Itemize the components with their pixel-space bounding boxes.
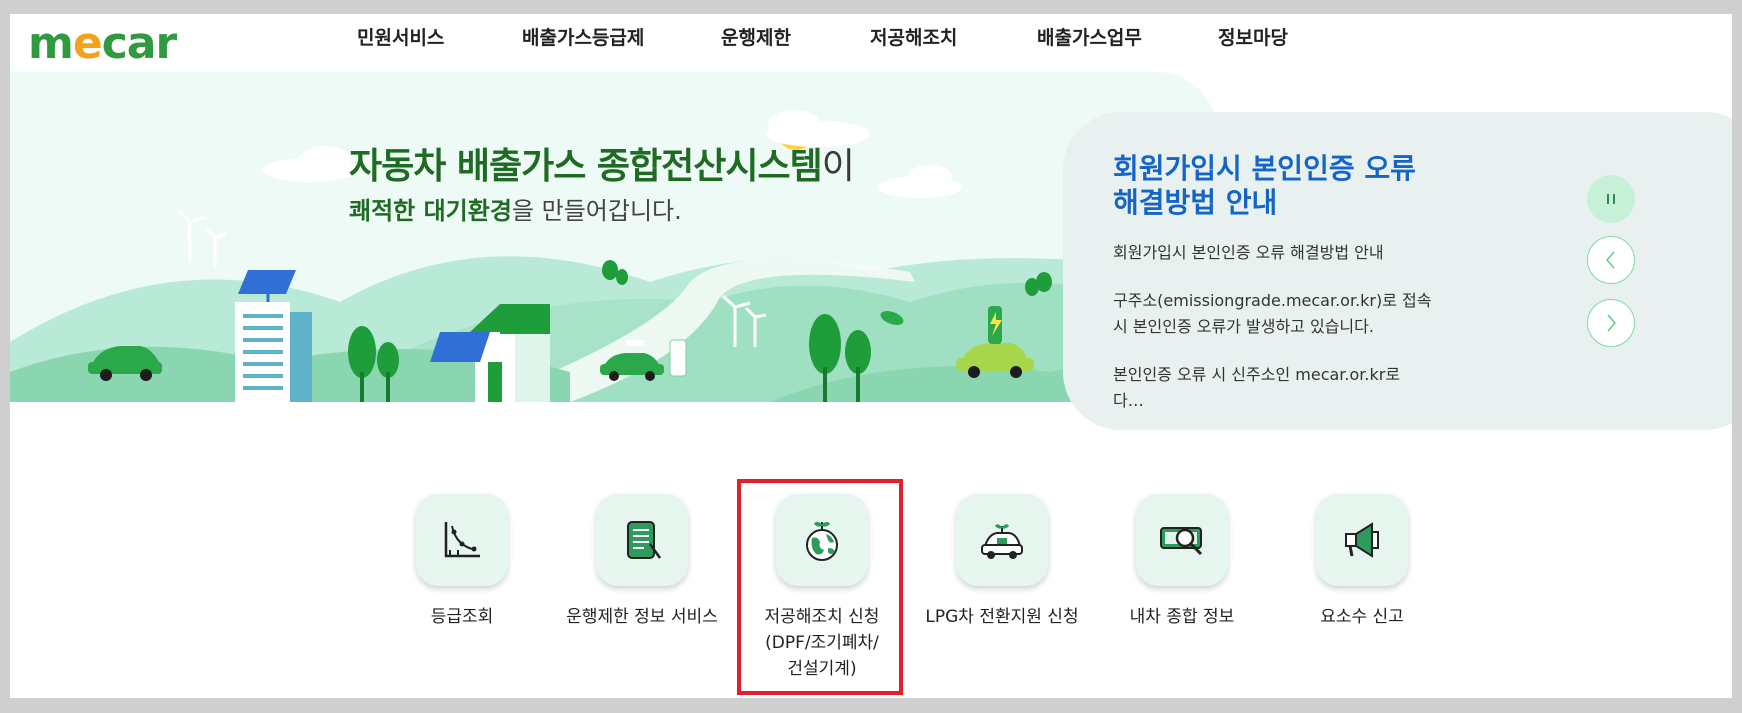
service-label: 요소수 신고: [1320, 607, 1404, 627]
tablet-info-icon: [596, 494, 688, 586]
solar-panel-small-icon: [430, 332, 490, 362]
service-label: 내차 종합 정보: [1129, 607, 1235, 627]
hero-title-rest: 이: [821, 146, 855, 187]
notice-line: 구주소(emissiongrade.mecar.or.kr)로 접속시 본인인증…: [1113, 291, 1432, 336]
hero-illustration: [10, 110, 1217, 402]
service-label: 등급조회: [430, 607, 494, 627]
chevron-right-icon: [1607, 314, 1616, 332]
nav-info-center[interactable]: 정보마당: [1218, 18, 1288, 58]
service-operation-restriction-info[interactable]: 운행제한 정보 서비스: [557, 494, 727, 630]
service-urea-report[interactable]: 요소수 신고: [1277, 494, 1447, 630]
hero-subtitle: 쾌적한 대기환경을 만들어갑니다.: [349, 191, 682, 226]
eco-car-icon: [956, 494, 1048, 586]
hero-title-strong: 자동차 배출가스 종합전산시스템: [349, 146, 823, 187]
notice-title[interactable]: 회원가입시 본인인증 오류 해결방법 안내: [1113, 152, 1433, 220]
nav-operation-restriction[interactable]: 운행제한: [721, 18, 791, 58]
service-my-car-info[interactable]: 내차 종합 정보: [1097, 494, 1267, 630]
notice-line: 본인인증 오류 시 신주소인 mecar.or.kr로 다…: [1113, 365, 1401, 410]
megaphone-icon: [1316, 494, 1408, 586]
pause-button[interactable]: [1587, 175, 1635, 223]
service-grade-lookup[interactable]: 등급조회: [377, 494, 547, 630]
highlight-box: [737, 479, 903, 695]
hero-subtitle-rest: 을 만들어갑니다.: [511, 197, 682, 225]
nav-emission-grade[interactable]: 배출가스등급제: [522, 18, 644, 58]
nav-emission-work[interactable]: 배출가스업무: [1037, 18, 1142, 58]
page: mecar 민원서비스 배출가스등급제 운행제한 저공해조치 배출가스업무 정보…: [10, 14, 1732, 698]
chevron-left-icon: [1606, 251, 1615, 269]
solar-panel-icon: [238, 270, 296, 294]
car-search-icon: [1136, 494, 1228, 586]
service-lpg-conversion-application[interactable]: LPG차 전환지원 신청: [917, 494, 1087, 630]
notice-line: 회원가입시 본인인증 오류 해결방법 안내: [1113, 243, 1384, 262]
hero-title: 자동차 배출가스 종합전산시스템이: [349, 137, 855, 189]
notice-body[interactable]: 회원가입시 본인인증 오류 해결방법 안내 구주소(emissiongrade.…: [1113, 240, 1433, 436]
nav-low-emission[interactable]: 저공해조치: [870, 18, 957, 58]
hero-subtitle-strong: 쾌적한 대기환경: [349, 197, 512, 225]
service-label: 운행제한 정보 서비스: [566, 607, 718, 627]
prev-slide-button[interactable]: [1587, 236, 1635, 284]
nav-civil-service[interactable]: 민원서비스: [357, 18, 444, 58]
main-navigation: 민원서비스 배출가스등급제 운행제한 저공해조치 배출가스업무 정보마당: [10, 18, 1732, 58]
next-slide-button[interactable]: [1587, 299, 1635, 347]
service-label: LPG차 전환지원 신청: [925, 607, 1079, 627]
grade-chart-icon: [416, 494, 508, 586]
pause-icon: [1607, 194, 1615, 204]
